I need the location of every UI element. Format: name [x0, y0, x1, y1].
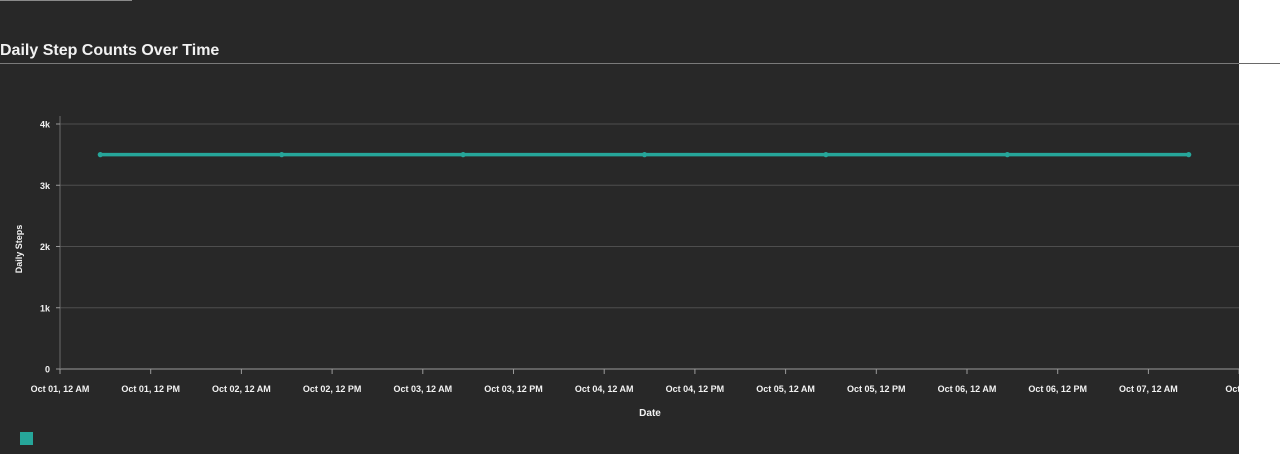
y-tick-label: 2k — [40, 242, 51, 252]
x-tick-label: Oct 06, 12 PM — [1028, 384, 1087, 394]
x-tick-label: Oct 03, 12 AM — [393, 384, 452, 394]
legend-swatch[interactable] — [20, 432, 33, 445]
data-point — [1186, 152, 1192, 158]
x-tick-label: Oct 01, 12 PM — [121, 384, 180, 394]
series-layer — [97, 152, 1192, 158]
x-tick-label: Oct 05, 12 PM — [847, 384, 906, 394]
y-axis-title: Daily Steps — [14, 225, 24, 274]
data-point — [279, 152, 285, 158]
y-axis-ticks: 0 1k 2k 3k 4k — [40, 120, 60, 375]
data-point — [641, 152, 648, 158]
line-chart: Oct 01, 12 AM Oct 01, 12 PM Oct 02, 12 AM O… — [14, 116, 1239, 419]
data-point — [97, 152, 103, 158]
y-tick-label: 3k — [40, 181, 51, 191]
x-tick-label: Oct 06, 12 AM — [938, 384, 997, 394]
data-point — [460, 152, 466, 158]
x-axis-title: Date — [639, 408, 661, 419]
x-tick-label: Oct 02, 12 PM — [303, 384, 362, 394]
data-point — [1004, 152, 1010, 158]
gridlines — [60, 123, 1239, 309]
x-tick-label: Oct 02, 12 AM — [212, 384, 271, 394]
x-tick-label: Oct 07 — [1225, 384, 1239, 394]
x-tick-label: Oct 01, 12 AM — [31, 384, 90, 394]
x-tick-label: Oct 04, 12 PM — [666, 384, 725, 394]
data-point — [823, 152, 829, 158]
x-tick-label: Oct 03, 12 PM — [484, 384, 543, 394]
x-tick-label: Oct 05, 12 AM — [756, 384, 815, 394]
title-divider-extension — [1239, 63, 1280, 64]
y-tick-label: 1k — [40, 303, 51, 313]
y-tick-label: 0 — [45, 365, 50, 375]
x-axis-ticks: Oct 01, 12 AM Oct 01, 12 PM Oct 02, 12 AM O… — [31, 369, 1239, 394]
y-tick-label: 4k — [40, 120, 51, 130]
x-tick-label: Oct 07, 12 AM — [1119, 384, 1178, 394]
x-tick-label: Oct 04, 12 AM — [575, 384, 634, 394]
page-margin — [1239, 0, 1280, 454]
